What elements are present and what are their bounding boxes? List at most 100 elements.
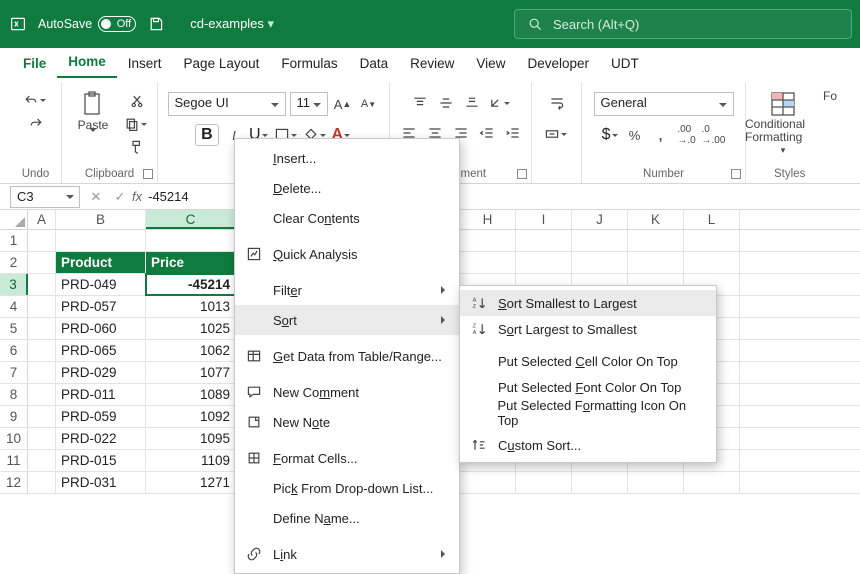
cell-C7[interactable]: 1077 [146,362,236,383]
row-header-5[interactable]: 5 [0,318,28,339]
tab-data[interactable]: Data [349,50,400,78]
cell-C10[interactable]: 1095 [146,428,236,449]
col-header-K[interactable]: K [628,210,684,229]
ctx-clear-contents[interactable]: Clear Contents [235,203,459,233]
increase-font-button[interactable]: A▲ [332,93,354,115]
cell-C6[interactable]: 1062 [146,340,236,361]
font-name-select[interactable]: Segoe UI [168,92,286,116]
col-header-H[interactable]: H [460,210,516,229]
col-header-I[interactable]: I [516,210,572,229]
conditional-formatting-button[interactable]: Conditional Formatting ▾ [745,90,821,157]
cell-B7[interactable]: PRD-029 [56,362,146,383]
tab-udt[interactable]: UDT [600,50,650,78]
cell-B12[interactable]: PRD-031 [56,472,146,493]
row-header-8[interactable]: 8 [0,384,28,405]
save-icon[interactable] [146,14,166,34]
format-painter-button[interactable] [126,136,148,158]
row-header-10[interactable]: 10 [0,428,28,449]
cell-B4[interactable]: PRD-057 [56,296,146,317]
accounting-format-button[interactable]: $ [602,126,620,144]
align-bottom-button[interactable] [461,92,483,114]
tab-file[interactable]: File [12,50,57,78]
tab-insert[interactable]: Insert [117,50,173,78]
select-all-corner[interactable] [0,210,28,229]
orientation-button[interactable] [487,95,512,111]
sort-formatting-icon-top[interactable]: Put Selected Formatting Icon On Top [460,400,716,426]
alignment-dialog-launcher[interactable] [517,169,527,179]
tab-review[interactable]: Review [399,50,465,78]
ctx-get-data[interactable]: Get Data from Table/Range... [235,341,459,371]
ctx-link[interactable]: Link [235,539,459,569]
cell-C5[interactable]: 1025 [146,318,236,339]
undo-button[interactable] [23,92,48,108]
redo-button[interactable] [25,112,47,134]
sort-cell-color-top[interactable]: Put Selected Cell Color On Top [460,348,716,374]
cell-C2[interactable]: Price [146,252,236,273]
search-input[interactable]: Search (Alt+Q) [514,9,852,39]
col-header-B[interactable]: B [56,210,146,229]
col-header-A[interactable]: A [28,210,56,229]
col-header-L[interactable]: L [684,210,740,229]
filename[interactable]: cd-examples ▾ [190,16,274,32]
row-header-6[interactable]: 6 [0,340,28,361]
sort-smallest-to-largest[interactable]: AZSort Smallest to Largest [460,290,716,316]
cancel-formula-button[interactable]: ✕ [84,189,108,205]
cell-B6[interactable]: PRD-065 [56,340,146,361]
custom-sort[interactable]: Custom Sort... [460,432,716,458]
paste-button[interactable]: Paste [70,90,116,146]
cut-button[interactable] [126,90,148,112]
cell-B2[interactable]: Product [56,252,146,273]
ctx-define-name[interactable]: Define Name... [235,503,459,533]
row-header-3[interactable]: 3 [0,274,28,295]
format-as-table-button[interactable]: Fo [823,90,837,103]
row-header-4[interactable]: 4 [0,296,28,317]
tab-formulas[interactable]: Formulas [270,50,348,78]
row-header-2[interactable]: 2 [0,252,28,273]
cell-B10[interactable]: PRD-022 [56,428,146,449]
row-header-1[interactable]: 1 [0,230,28,251]
row-header-9[interactable]: 9 [0,406,28,427]
tab-developer[interactable]: Developer [516,50,600,78]
ctx-new-note[interactable]: New Note [235,407,459,437]
wrap-text-button[interactable] [546,92,568,114]
tab-home[interactable]: Home [57,48,117,78]
comma-button[interactable]: , [650,124,672,146]
cell-C4[interactable]: 1013 [146,296,236,317]
col-header-C[interactable]: C [146,210,236,229]
cell-B11[interactable]: PRD-015 [56,450,146,471]
cell-C12[interactable]: 1271 [146,472,236,493]
align-top-button[interactable] [409,92,431,114]
accept-formula-button[interactable]: ✓ [108,189,132,205]
ctx-pick-list[interactable]: Pick From Drop-down List... [235,473,459,503]
tab-view[interactable]: View [465,50,516,78]
col-header-J[interactable]: J [572,210,628,229]
ctx-filter[interactable]: Filter [235,275,459,305]
autosave-toggle[interactable]: AutoSave Off [38,16,136,32]
tab-page-layout[interactable]: Page Layout [173,50,271,78]
decrease-indent-button[interactable] [476,122,498,144]
decrease-font-button[interactable]: A▼ [358,93,380,115]
row-header-7[interactable]: 7 [0,362,28,383]
cell-B5[interactable]: PRD-060 [56,318,146,339]
merge-button[interactable] [544,126,569,142]
decrease-decimal-button[interactable]: .0→.00 [702,124,726,146]
cell-B8[interactable]: PRD-011 [56,384,146,405]
row-header-12[interactable]: 12 [0,472,28,493]
ctx-insert[interactable]: Insert... [235,143,459,173]
increase-indent-button[interactable] [502,122,524,144]
ctx-delete[interactable]: Delete... [235,173,459,203]
name-box[interactable]: C3 [10,186,80,208]
ctx-sort[interactable]: Sort [235,305,459,335]
ctx-new-comment[interactable]: New Comment [235,377,459,407]
font-size-select[interactable]: 11 [290,92,328,116]
cell-B3[interactable]: PRD-049 [56,274,146,295]
bold-button[interactable]: B [195,124,219,146]
cell-B1[interactable] [56,230,146,251]
cell-C1[interactable] [146,230,236,251]
sort-largest-to-smallest[interactable]: ZASort Largest to Smallest [460,316,716,342]
sort-font-color-top[interactable]: Put Selected Font Color On Top [460,374,716,400]
ctx-format-cells[interactable]: Format Cells... [235,443,459,473]
cell-C8[interactable]: 1089 [146,384,236,405]
ctx-quick-analysis[interactable]: Quick Analysis [235,239,459,269]
cell-C3[interactable]: -45214 [146,274,236,295]
